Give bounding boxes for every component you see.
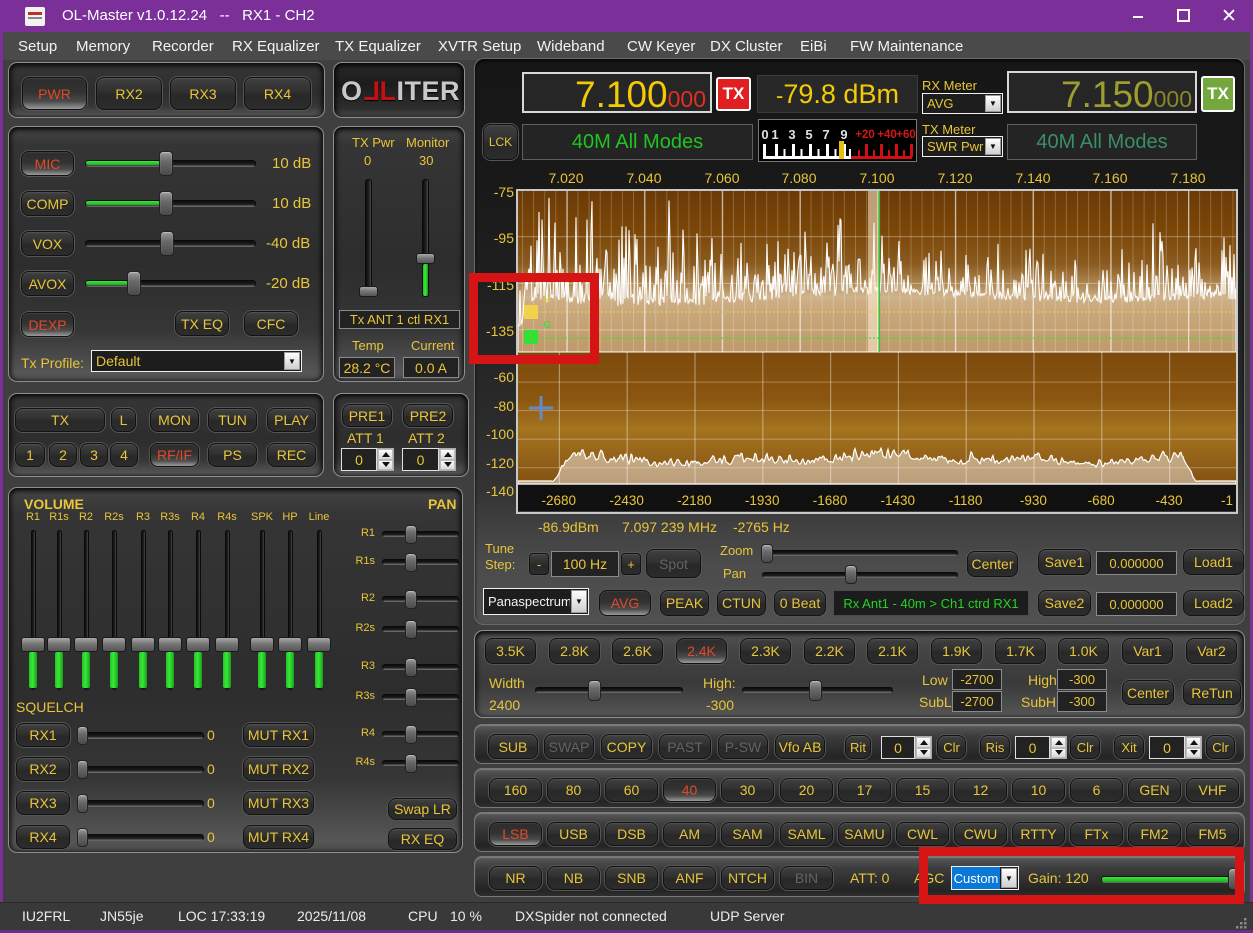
svg-text:-1930: -1930 [745,493,780,508]
svg-text:0: 0 [761,127,768,142]
svg-text:-1: -1 [1221,493,1233,508]
svg-text:+60: +60 [896,129,916,141]
svg-text:-930: -930 [1020,493,1047,508]
svg-text:7: 7 [822,127,829,142]
svg-text:+40: +40 [877,129,897,141]
svg-text:-1430: -1430 [881,493,916,508]
svg-text:-2680: -2680 [542,493,577,508]
svg-text:+20: +20 [855,129,875,141]
svg-text:9: 9 [840,127,847,142]
svg-text:-2180: -2180 [677,493,712,508]
svg-text:-1180: -1180 [949,493,983,508]
svg-text:-430: -430 [1155,493,1182,508]
svg-text:-680: -680 [1088,493,1115,508]
svg-text:1: 1 [771,127,778,142]
svg-text:3: 3 [788,127,795,142]
svg-text:5: 5 [805,127,812,142]
svg-text:-2430: -2430 [609,493,644,508]
svg-text:-1680: -1680 [813,493,848,508]
